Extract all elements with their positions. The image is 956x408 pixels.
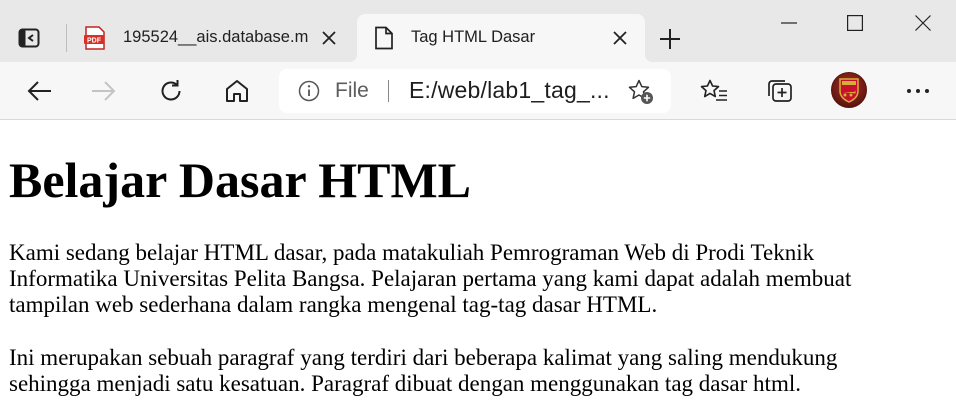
close-icon bbox=[915, 15, 931, 31]
address-separator bbox=[388, 80, 389, 102]
profile-avatar[interactable] bbox=[831, 72, 867, 108]
tab-actions-icon bbox=[18, 28, 40, 48]
page-content: Belajar Dasar HTML Kami sedang belajar H… bbox=[0, 121, 956, 408]
svg-text:PDF: PDF bbox=[87, 38, 102, 45]
home-icon bbox=[226, 80, 248, 102]
plus-icon bbox=[660, 29, 680, 49]
close-icon bbox=[613, 31, 627, 45]
maximize-button[interactable] bbox=[832, 0, 878, 46]
tab-active[interactable]: Tag HTML Dasar bbox=[349, 14, 653, 62]
paragraph: Kami sedang belajar HTML dasar, pada mat… bbox=[9, 240, 852, 317]
add-favorite-icon[interactable] bbox=[627, 78, 655, 106]
new-tab-button[interactable] bbox=[656, 26, 684, 52]
minimize-icon bbox=[781, 22, 797, 24]
favorites-list-icon bbox=[700, 79, 727, 101]
paragraph: Ini merupakan sebuah paragraf yang terdi… bbox=[9, 345, 838, 396]
document-icon bbox=[375, 26, 393, 50]
tab-close-button[interactable] bbox=[318, 27, 340, 49]
tab-close-button[interactable] bbox=[609, 27, 631, 49]
close-icon bbox=[322, 31, 336, 45]
url-scheme-label: File bbox=[335, 79, 369, 102]
browser-toolbar: File E:/web/lab1_tag_... bbox=[0, 62, 956, 120]
pdf-icon: PDF bbox=[84, 26, 105, 50]
maximize-icon bbox=[847, 15, 863, 31]
tab-title: Tag HTML Dasar bbox=[411, 28, 536, 46]
tab-actions-button[interactable] bbox=[15, 26, 43, 50]
tab-title: 195524__ais.database.m bbox=[123, 28, 309, 46]
arsenal-crest-icon bbox=[839, 78, 859, 103]
tab-pdf-document[interactable]: PDF 195524__ais.database.m bbox=[72, 14, 354, 62]
home-button[interactable] bbox=[221, 75, 253, 107]
collections-button[interactable] bbox=[764, 75, 796, 107]
more-horizontal-icon bbox=[907, 89, 929, 93]
forward-button[interactable] bbox=[88, 75, 120, 107]
settings-more-button[interactable] bbox=[902, 75, 934, 107]
tab-separator bbox=[66, 24, 67, 52]
address-bar[interactable]: File E:/web/lab1_tag_... bbox=[279, 69, 671, 113]
back-button[interactable] bbox=[23, 75, 55, 107]
window-close-button[interactable] bbox=[900, 0, 946, 46]
info-icon[interactable] bbox=[298, 80, 320, 102]
arrow-left-icon bbox=[27, 81, 51, 101]
page-heading: Belajar Dasar HTML bbox=[9, 152, 472, 208]
collections-icon bbox=[768, 80, 792, 102]
url-text[interactable]: E:/web/lab1_tag_... bbox=[409, 77, 610, 104]
minimize-button[interactable] bbox=[766, 0, 812, 46]
refresh-button[interactable] bbox=[155, 75, 187, 107]
arrow-right-icon bbox=[92, 81, 116, 101]
refresh-icon bbox=[161, 80, 181, 101]
favorites-button[interactable] bbox=[698, 75, 730, 107]
tab-strip: PDF 195524__ais.database.m Tag HTML Dasa… bbox=[0, 0, 956, 62]
